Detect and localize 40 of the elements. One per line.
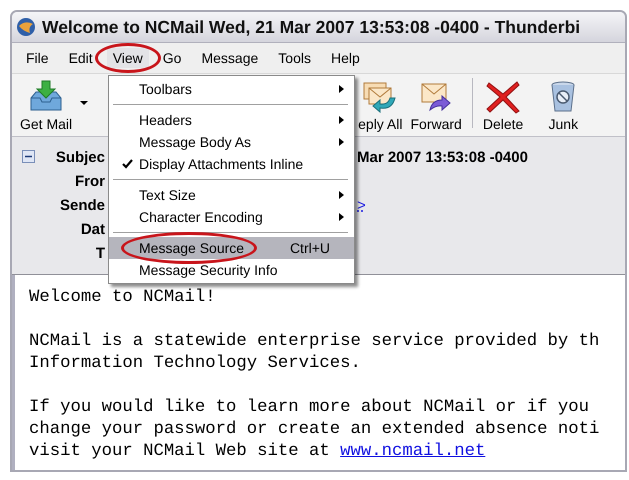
body-text-line: visit your NCMail Web site at — [29, 441, 331, 463]
web-link[interactable]: www.ncmail.net — [340, 441, 486, 463]
menu-item[interactable]: Go — [156, 48, 188, 68]
body-text-line: Welcome to NCMail! — [29, 287, 216, 309]
menu-item[interactable]: Headers — [109, 109, 354, 131]
menu-item[interactable]: Tools — [272, 48, 317, 68]
body-text-line: Information Technology Services. — [29, 353, 361, 375]
menu-item[interactable]: File — [20, 48, 55, 68]
menu-item[interactable]: View — [106, 48, 149, 68]
toolbar-button[interactable]: Get Mail — [16, 80, 76, 132]
menu-item[interactable]: Help — [324, 48, 366, 68]
app-logo-icon — [16, 17, 36, 37]
header-label: Sende — [58, 196, 105, 214]
envelopes-arrow-icon — [362, 80, 398, 114]
window-title: Welcome to NCMail Wed, 21 Mar 2007 13:53:08 -0400 - Thunderbi — [42, 16, 580, 38]
header-label: Dat — [80, 220, 105, 238]
menu-item[interactable]: Message Body As — [109, 131, 354, 153]
body-text-line: change your password or create an extended absence noti — [29, 419, 600, 441]
header-value: Mar 2007 13:53:08 -0400 — [357, 148, 528, 166]
menu-item[interactable]: Character Encoding — [109, 206, 354, 228]
menu-item[interactable]: Toolbars — [109, 78, 354, 100]
body-text-line: If you would like to learn more about NCMail or if you — [29, 397, 590, 419]
toolbar-button[interactable]: Forward — [406, 80, 466, 132]
header-label: Subjec — [54, 148, 105, 166]
menu-item[interactable]: Message — [195, 48, 264, 68]
menu-item[interactable]: Text Size — [109, 184, 354, 206]
toolbar-button[interactable]: Delete — [478, 80, 528, 132]
menu-item[interactable]: Message Security Info — [109, 259, 354, 281]
cross-icon — [485, 80, 522, 114]
header-label: T — [94, 244, 105, 262]
toolbar-button[interactable]: eply All — [354, 80, 406, 132]
sender-link[interactable]: > — [357, 196, 366, 214]
dropdown-caret-icon[interactable] — [80, 101, 88, 105]
collapse-icon[interactable] — [22, 150, 35, 163]
menu-item[interactable]: Display Attachments Inline — [109, 153, 354, 175]
menu-item[interactable]: Edit — [62, 48, 99, 68]
header-label: Fror — [74, 172, 105, 190]
menu-item[interactable]: Message Source Ctrl+U — [109, 237, 354, 259]
body-text-line: NCMail is a statewide enterprise service provided by th — [29, 331, 600, 353]
toolbar-button[interactable]: Junk — [541, 80, 586, 132]
